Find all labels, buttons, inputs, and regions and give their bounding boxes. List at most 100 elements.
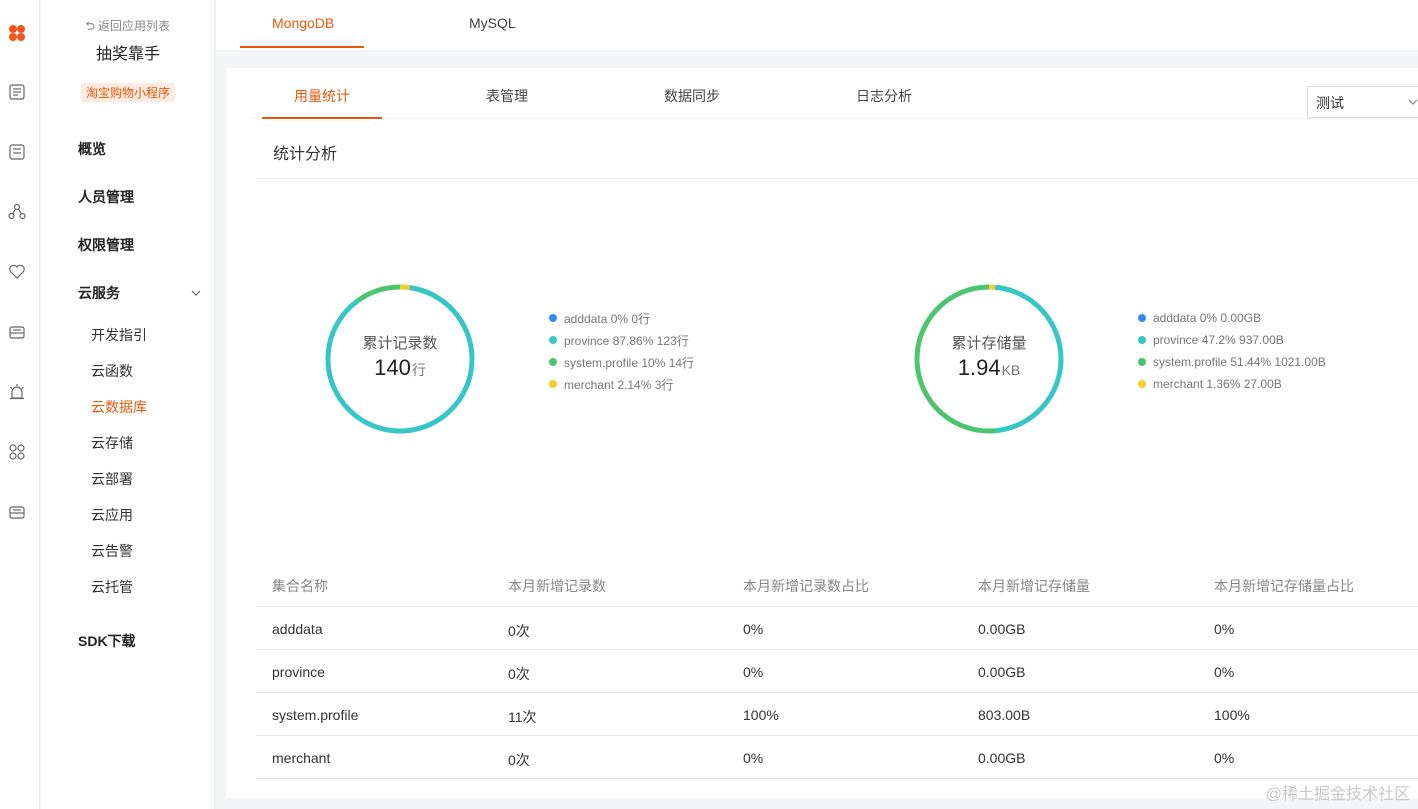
table-row: province 0次 0% 0.00GB 0% — [256, 650, 1418, 693]
back-label: 返回应用列表 — [98, 19, 171, 33]
legend-item[interactable]: merchant 1.36% 27.00B — [1138, 373, 1326, 395]
table-header-row: 集合名称 本月新增记录数 本月新增记录数占比 本月新增记存储量 本月新增记存储量… — [256, 564, 1418, 607]
cell-new-records-ratio: 0% — [743, 664, 764, 680]
section-divider — [256, 178, 1418, 179]
tab-usage-stats[interactable]: 用量统计 — [294, 86, 350, 106]
legend-text: merchant 1.36% 27.00B — [1153, 377, 1282, 391]
sidebar-item-members[interactable]: 人员管理 — [78, 187, 134, 207]
sidebar-item-cloud-apps[interactable]: 云应用 — [91, 505, 133, 525]
sidebar-item-dev-guide[interactable]: 开发指引 — [91, 325, 147, 345]
back-to-app-list-link[interactable]: 返回应用列表 — [84, 17, 170, 34]
records-total: 140 — [374, 355, 411, 380]
legend-text: province 47.2% 937.00B — [1153, 333, 1284, 347]
legend-item[interactable]: adddata 0% 0行 — [549, 307, 694, 329]
section-title: 统计分析 — [273, 146, 338, 163]
legend-item[interactable]: province 87.86% 123行 — [549, 329, 694, 351]
cell-new-records: 11次 — [508, 709, 537, 725]
legend-text: system.profile 10% 14行 — [564, 355, 695, 370]
active-tab-underline — [240, 46, 364, 48]
tab-mongodb[interactable]: MongoDB — [272, 15, 334, 31]
cell-collection: system.profile — [272, 707, 359, 723]
sidebar-item-cloud-storage[interactable]: 云存储 — [91, 433, 133, 453]
icon-rail — [0, 0, 40, 809]
legend-dot — [1138, 336, 1146, 344]
active-subtab-underline — [262, 117, 382, 119]
inbox-icon[interactable] — [8, 323, 26, 341]
records-donut-value: 140行 — [320, 355, 480, 381]
table-row: merchant 0次 0% 0.00GB 0% — [256, 736, 1418, 779]
records-legend: adddata 0% 0行 province 87.86% 123行 syste… — [549, 307, 694, 395]
cell-new-records: 0次 — [508, 623, 530, 639]
sidebar: 返回应用列表 抽奖靠手 淘宝购物小程序 概览 人员管理 权限管理 云服务 开发指… — [41, 0, 215, 809]
cell-new-storage: 0.00GB — [978, 664, 1026, 680]
legend-item[interactable]: merchant 2.14% 3行 — [549, 373, 694, 395]
environment-select-value: 测试 — [1316, 95, 1344, 111]
storage-unit: KB — [1001, 362, 1021, 378]
cell-new-records: 0次 — [508, 666, 530, 682]
col-header-new-records-ratio: 本月新增记录数占比 — [743, 578, 869, 594]
cell-new-records: 0次 — [508, 752, 530, 768]
legend-dot — [1138, 314, 1146, 322]
table-row: system.profile 11次 100% 803.00B 100% — [256, 693, 1418, 736]
sidebar-item-cloud-alerts[interactable]: 云告警 — [91, 541, 133, 561]
watermark: @稀土掘金技术社区 — [1265, 786, 1410, 803]
tab-log-analysis[interactable]: 日志分析 — [856, 86, 912, 106]
archive-icon[interactable] — [8, 503, 26, 521]
cell-new-storage: 803.00B — [978, 707, 1031, 723]
legend-item[interactable]: system.profile 10% 14行 — [549, 351, 694, 373]
environment-select[interactable]: 测试 — [1307, 86, 1418, 118]
storage-donut-label: 累计存储量 — [951, 335, 1027, 352]
cell-new-records-ratio: 100% — [743, 707, 779, 723]
legend-item[interactable]: province 47.2% 937.00B — [1138, 329, 1326, 351]
legend-text: system.profile 51.44% 1021.00B — [1153, 355, 1326, 369]
storage-total: 1.94 — [957, 355, 1001, 380]
cell-collection: province — [272, 664, 325, 680]
tab-table-management[interactable]: 表管理 — [486, 86, 528, 106]
storage-donut-value: 1.94KB — [909, 355, 1069, 381]
content-card: 用量统计 表管理 数据同步 日志分析 测试 统计分析 累计记录数 140行 ad… — [226, 68, 1418, 798]
alarm-icon[interactable] — [8, 383, 26, 401]
legend-item[interactable]: system.profile 51.44% 1021.00B — [1138, 351, 1326, 373]
cell-collection: merchant — [272, 750, 331, 766]
records-donut-label: 累计记录数 — [362, 335, 438, 352]
cell-new-storage-ratio: 100% — [1214, 707, 1250, 723]
sidebar-item-overview[interactable]: 概览 — [78, 139, 106, 159]
tab-mysql[interactable]: MySQL — [469, 15, 516, 31]
cell-new-storage-ratio: 0% — [1214, 750, 1235, 766]
database-type-tabs: MongoDB MySQL — [216, 0, 1418, 50]
table-row: adddata 0次 0% 0.00GB 0% — [256, 607, 1418, 650]
sidebar-item-cloud-services[interactable]: 云服务 — [78, 283, 120, 303]
sidebar-item-cloud-deploy[interactable]: 云部署 — [91, 469, 133, 489]
heart-icon[interactable] — [8, 263, 26, 281]
chevron-down-icon[interactable] — [189, 286, 203, 300]
tabs-divider — [250, 118, 1418, 119]
sidebar-item-cloud-functions[interactable]: 云函数 — [91, 361, 133, 381]
cell-new-records-ratio: 0% — [743, 750, 764, 766]
donut-segment-merchant[interactable] — [399, 284, 410, 291]
col-header-new-storage-ratio: 本月新增记存储量占比 — [1214, 578, 1354, 594]
sidebar-item-cloud-database[interactable]: 云数据库 — [91, 397, 147, 417]
sidebar-item-permissions[interactable]: 权限管理 — [78, 235, 134, 255]
app-tag: 淘宝购物小程序 — [81, 83, 176, 102]
apps-icon[interactable] — [8, 443, 26, 461]
share-icon[interactable] — [8, 203, 26, 221]
logo-icon[interactable] — [8, 24, 26, 42]
col-header-collection: 集合名称 — [272, 578, 328, 594]
legend-item[interactable]: adddata 0% 0.00GB — [1138, 307, 1326, 329]
legend-dot — [1138, 358, 1146, 366]
cell-new-storage: 0.00GB — [978, 750, 1026, 766]
chevron-down-icon — [1408, 99, 1418, 105]
legend-dot — [549, 336, 557, 344]
list-icon[interactable] — [8, 143, 26, 161]
tab-data-sync[interactable]: 数据同步 — [664, 86, 720, 106]
sidebar-item-sdk-download[interactable]: SDK下载 — [78, 631, 136, 651]
cell-new-records-ratio: 0% — [743, 621, 764, 637]
collections-table: 集合名称 本月新增记录数 本月新增记录数占比 本月新增记存储量 本月新增记存储量… — [256, 564, 1418, 779]
donut-segment-system-profile[interactable] — [356, 284, 401, 303]
undo-icon — [85, 21, 95, 30]
sidebar-item-cloud-hosting[interactable]: 云托管 — [91, 577, 133, 597]
cell-new-storage-ratio: 0% — [1214, 664, 1235, 680]
legend-text: province 87.86% 123行 — [564, 333, 689, 348]
col-header-new-records: 本月新增记录数 — [508, 578, 606, 594]
document-icon[interactable] — [8, 83, 26, 101]
